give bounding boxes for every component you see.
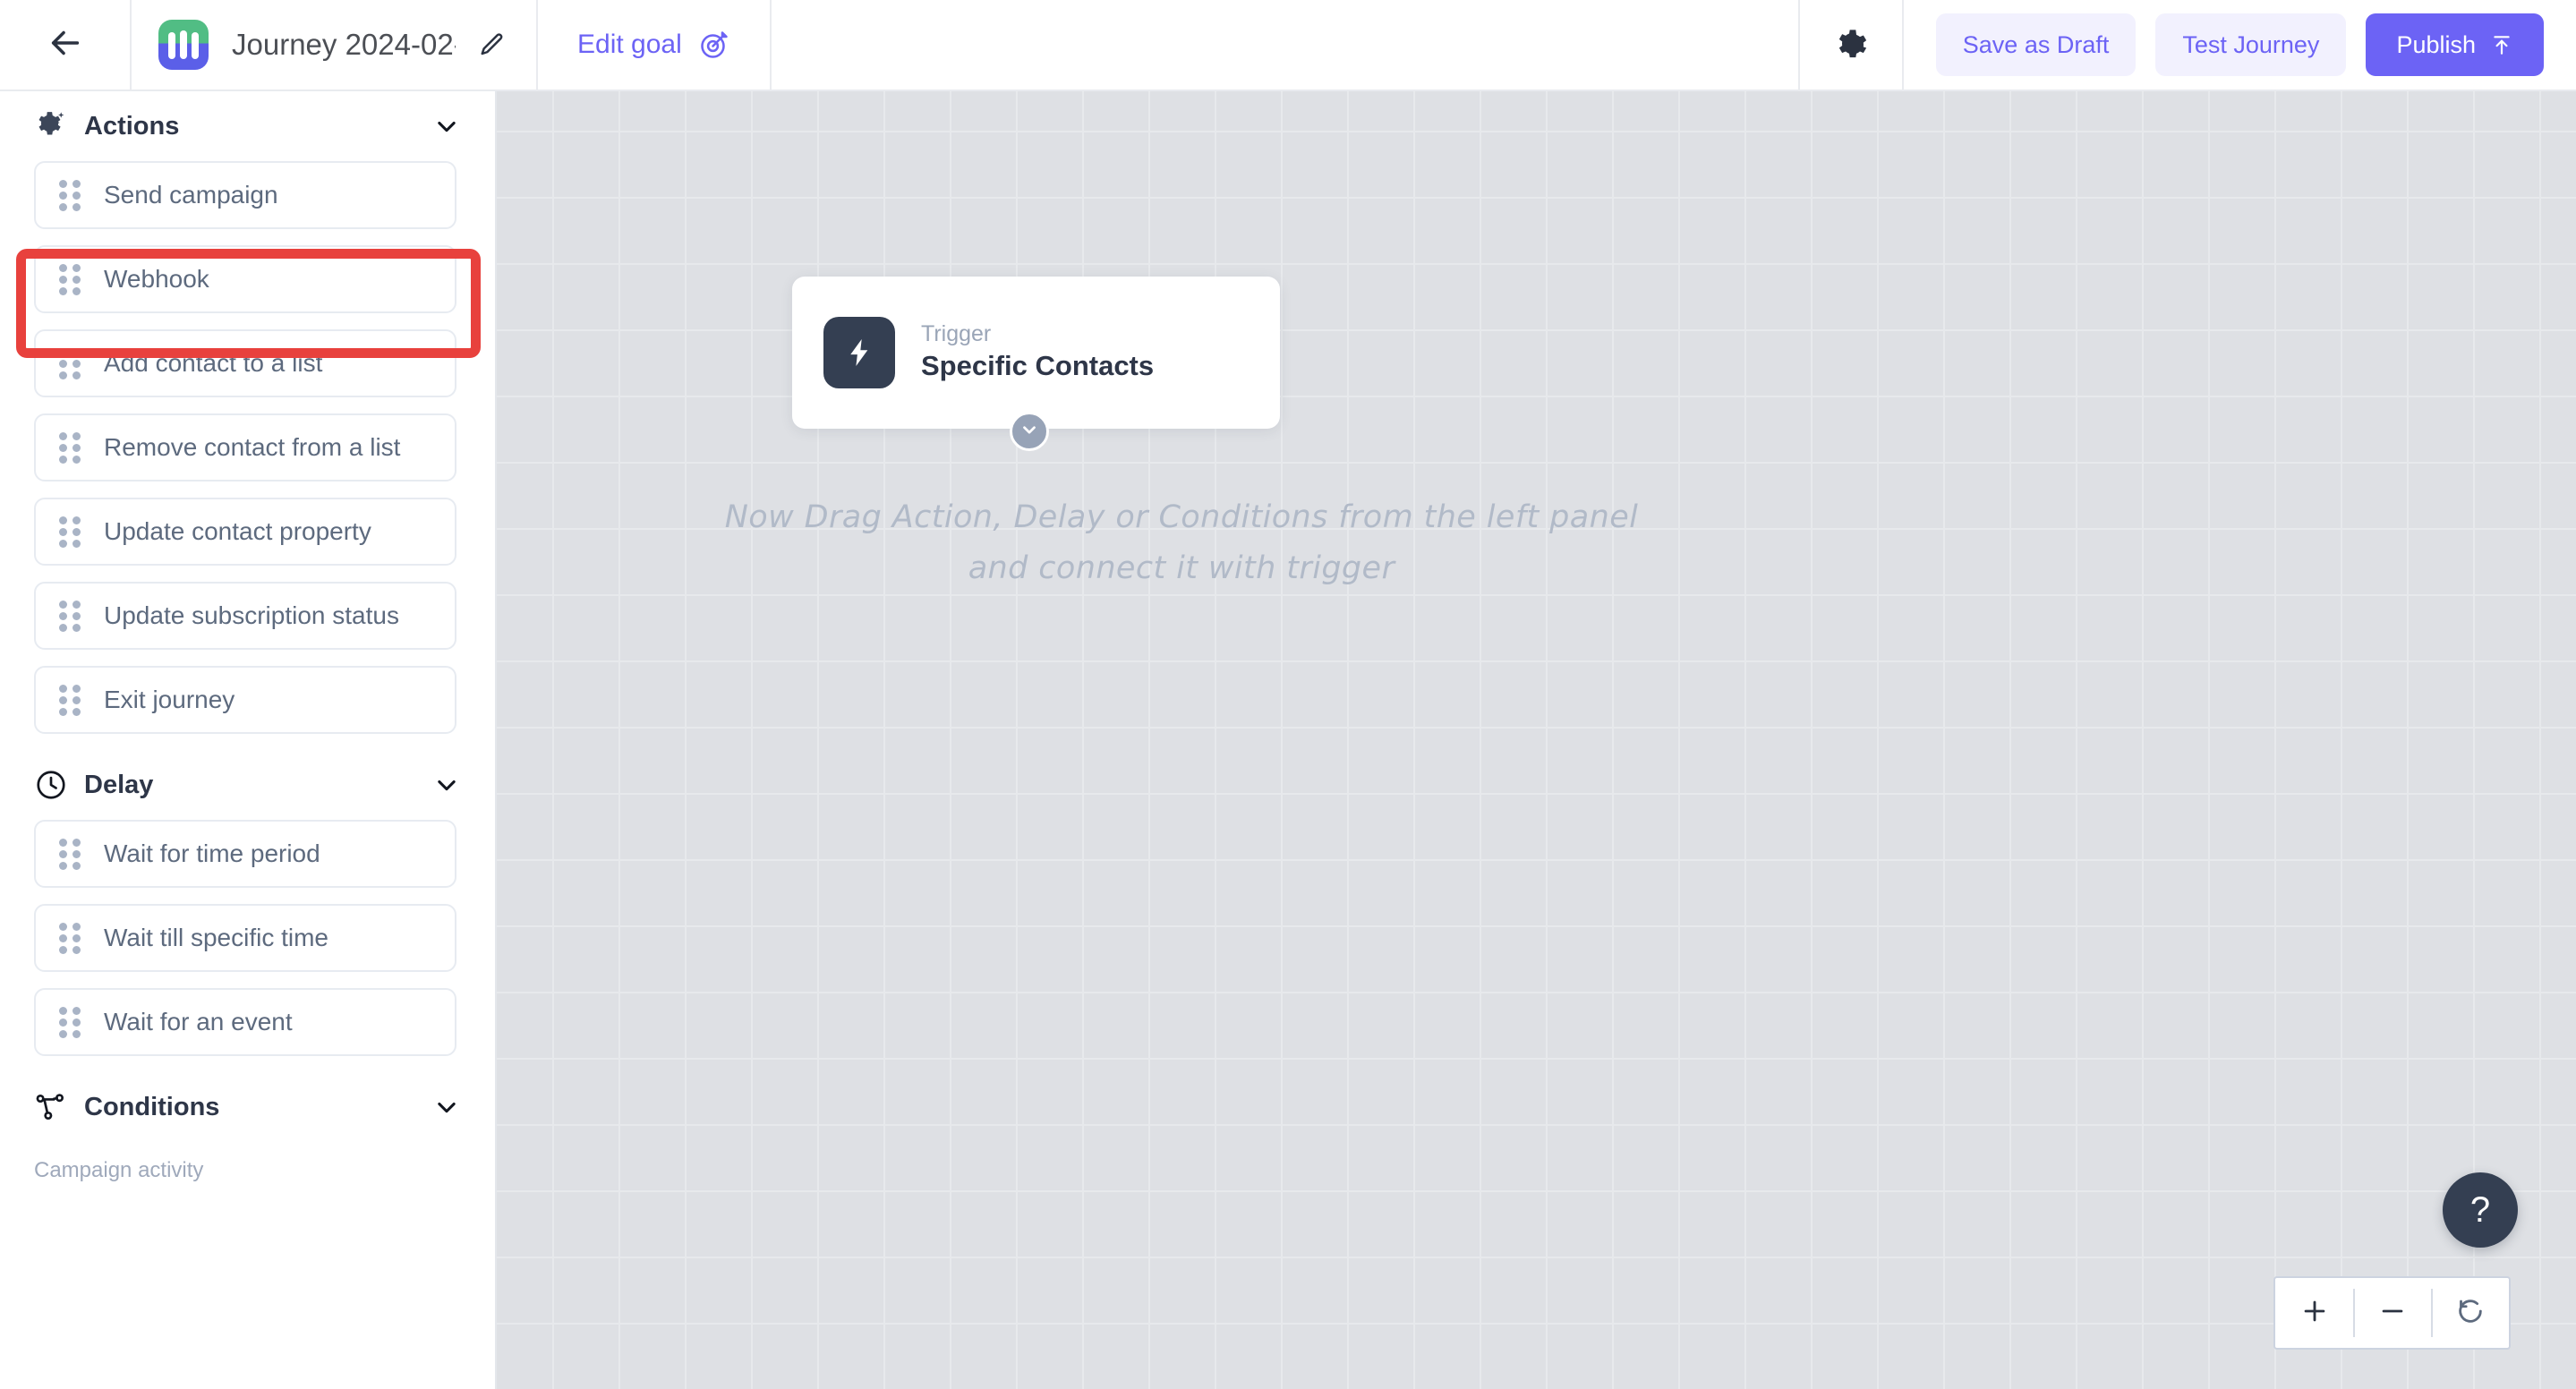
save-as-draft-button[interactable]: Save as Draft [1935,13,2137,76]
settings-button[interactable] [1797,0,1904,89]
chevron-down-icon [1019,420,1039,444]
arrow-left-icon [45,22,86,68]
chevron-down-icon[interactable] [434,772,459,797]
app-logo-icon [158,20,209,70]
sidebar-item-label: Remove contact from a list [104,433,401,461]
sidebar-item-wait-till-specific-time[interactable]: Wait till specific time [34,904,456,972]
sidebar-item-label: Update contact property [104,517,371,545]
app-header: Journey 2024-02-1 Edit goal Save as Draf… [0,0,2576,91]
drag-handle-icon[interactable] [59,263,81,295]
sidebar-section-title: Actions [84,111,180,141]
sidebar-section-title: Delay [84,770,154,799]
header-spacer [772,0,1798,89]
sidebar-section-title: Conditions [84,1092,220,1121]
page-title: Journey 2024-02-1 [232,28,456,61]
trigger-text: Trigger Specific Contacts [921,320,1154,385]
sidebar-item-update-contact-property[interactable]: Update contact property [34,498,456,566]
sidebar-item-label: Wait till specific time [104,924,329,951]
header-action-buttons: Save as Draft Test Journey Publish [1904,0,2576,89]
sidebar-item-label: Exit journey [104,686,235,713]
sidebar-section-conditions[interactable]: Conditions [0,1072,495,1142]
sidebar-item-label: Webhook [104,265,209,293]
conditions-group-label: Campaign activity [34,1158,204,1182]
sidebar-item-label: Send campaign [104,181,278,209]
sidebar-item-wait-for-an-event[interactable]: Wait for an event [34,988,456,1056]
drag-handle-icon[interactable] [59,838,81,870]
trigger-badge [823,317,895,388]
upload-icon [2490,33,2513,56]
plus-icon [2299,1296,2330,1331]
zoom-out-button[interactable] [2353,1278,2431,1348]
zoom-controls [2273,1276,2511,1350]
branch-icon [34,1090,68,1124]
gear-sparkle-icon [34,109,68,143]
journey-title-zone: Journey 2024-02-1 [130,0,538,89]
test-journey-button[interactable]: Test Journey [2155,13,2347,76]
zoom-in-button[interactable] [2275,1278,2353,1348]
sidebar-item-label: Wait for time period [104,839,320,867]
trigger-node[interactable]: Trigger Specific Contacts [792,277,1280,429]
drag-handle-icon[interactable] [59,179,81,211]
sidebar-item-exit-journey[interactable]: Exit journey [34,666,456,734]
canvas-empty-hint: Now Drag Action, Delay or Conditions fro… [497,492,1866,593]
drag-handle-icon[interactable] [59,922,81,954]
clock-icon [34,768,68,802]
drag-handle-icon[interactable] [59,516,81,548]
chevron-down-icon[interactable] [434,1095,459,1120]
reset-icon [2455,1296,2486,1331]
drag-handle-icon[interactable] [59,684,81,716]
back-button[interactable] [0,0,130,89]
drag-handle-icon[interactable] [59,347,81,379]
trigger-kicker: Trigger [921,321,992,347]
target-icon [698,29,730,61]
trigger-connector-handle[interactable] [1010,412,1049,451]
sidebar-item-label: Add contact to a list [104,349,323,377]
publish-button[interactable]: Publish [2366,13,2544,76]
hint-line-2: and connect it with trigger [968,550,1395,586]
edit-goal-label: Edit goal [577,30,682,59]
help-label: ? [2469,1189,2491,1230]
gear-icon [1833,27,1869,63]
sidebar-item-label: Wait for an event [104,1008,293,1035]
trigger-name: Specific Contacts [921,350,1155,382]
drag-handle-icon[interactable] [59,431,81,464]
chevron-down-icon[interactable] [434,114,459,139]
hint-line-1: Now Drag Action, Delay or Conditions fro… [724,499,1639,535]
drag-handle-icon[interactable] [59,600,81,632]
sidebar-item-label: Update subscription status [104,601,399,629]
sidebar-item-webhook[interactable]: Webhook [34,245,456,313]
sidebar-item-update-subscription-status[interactable]: Update subscription status [34,582,456,650]
journey-step-sidebar[interactable]: Actions Send campaign Webhook Add contac… [0,91,497,1389]
lightning-bolt-icon [843,337,875,369]
publish-label: Publish [2396,30,2476,58]
sidebar-section-actions[interactable]: Actions [0,91,495,161]
sidebar-item-wait-for-time-period[interactable]: Wait for time period [34,820,456,888]
journey-canvas[interactable]: Trigger Specific Contacts Now Drag Actio… [497,91,2576,1389]
sidebar-section-delay[interactable]: Delay [0,750,495,820]
pencil-icon[interactable] [479,31,506,58]
drag-handle-icon[interactable] [59,1006,81,1038]
sidebar-item-add-contact-to-a-list[interactable]: Add contact to a list [34,329,456,397]
sidebar-item-send-campaign[interactable]: Send campaign [34,161,456,229]
edit-goal-button[interactable]: Edit goal [538,0,772,89]
sidebar-item-remove-contact-from-a-list[interactable]: Remove contact from a list [34,413,456,481]
zoom-reset-button[interactable] [2431,1278,2509,1348]
help-button[interactable]: ? [2443,1172,2518,1248]
minus-icon [2377,1296,2408,1331]
